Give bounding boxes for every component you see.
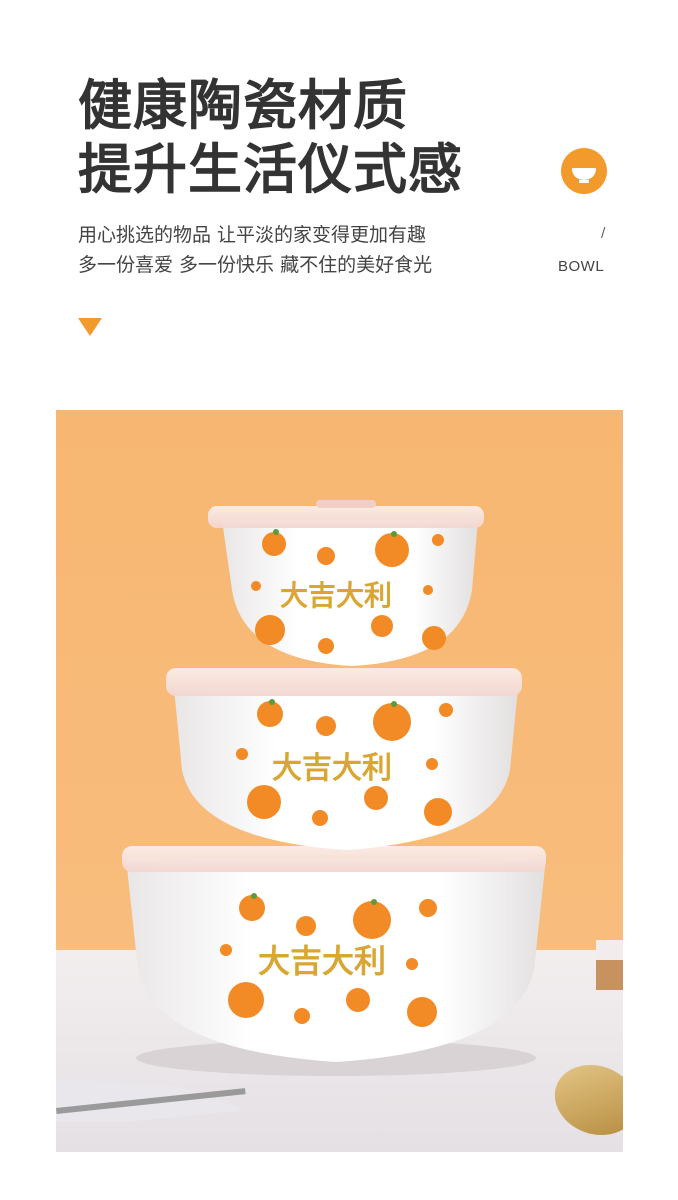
bowl-label: BOWL: [558, 258, 605, 275]
bowl-text-middle: 大吉大利: [272, 751, 392, 786]
headline-line-2: 提升生活仪式感: [78, 138, 463, 201]
bowl-text-bottom: 大吉大利: [258, 942, 386, 980]
subtitle: 用心挑选的物品 让平淡的家变得更加有趣 多一份喜爱 多一份快乐 藏不住的美好食光: [78, 220, 432, 280]
bowl-text-top: 大吉大利: [280, 579, 392, 612]
product-photo: 大吉大利 大吉大利 大吉大利: [56, 410, 623, 1152]
bowl-icon: [561, 148, 607, 194]
down-triangle-icon: [78, 318, 102, 336]
headline-line-1: 健康陶瓷材质: [78, 74, 408, 137]
subtitle-line-1: 用心挑选的物品 让平淡的家变得更加有趣: [78, 224, 427, 246]
subtitle-line-2: 多一份喜爱 多一份快乐 藏不住的美好食光: [78, 254, 433, 276]
divider-slash: /: [601, 226, 606, 241]
headline: 健康陶瓷材质 提升生活仪式感: [78, 74, 463, 202]
